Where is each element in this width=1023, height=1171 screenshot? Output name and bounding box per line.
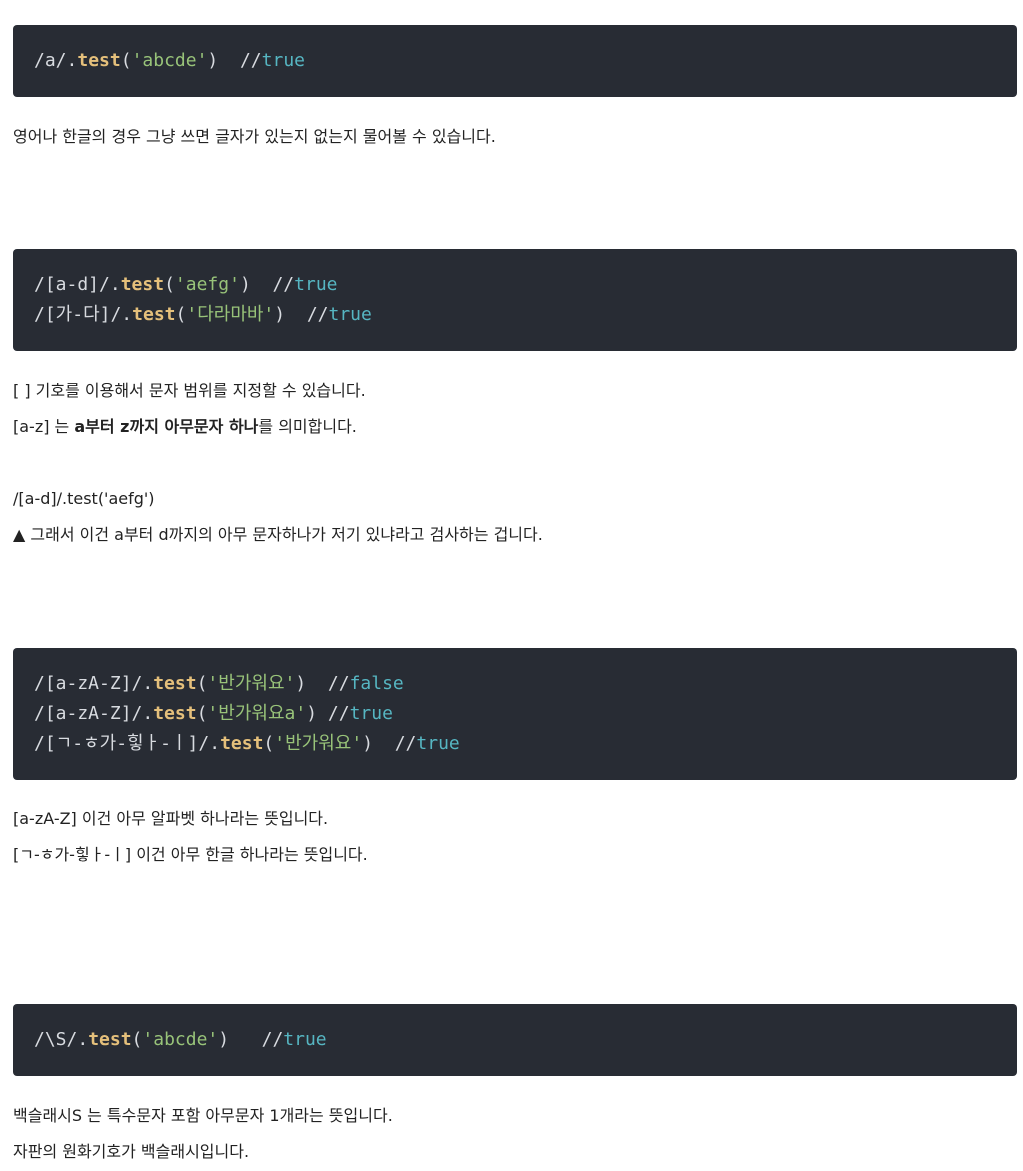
code-block-4: /\S/.test('abcde') //true <box>13 1004 1017 1076</box>
code-line: /[a-zA-Z]/.test('반가워요') //false <box>34 673 404 694</box>
code-line: /[가-다]/.test('다라마바') //true <box>34 304 372 325</box>
paragraph: 자판의 원화기호가 백슬래시입니다. <box>13 1142 250 1161</box>
code-block-3: /[a-zA-Z]/.test('반가워요') //false /[a-zA-Z… <box>13 648 1017 780</box>
paragraph: [ ] 기호를 이용해서 문자 범위를 지정할 수 있습니다. <box>13 381 366 400</box>
text-span: [a-z] 는 <box>13 417 75 436</box>
code-line: /\S/.test('abcde') //true <box>34 1029 327 1050</box>
code-line: /[a-zA-Z]/.test('반가워요a') //true <box>34 703 393 724</box>
paragraph: 영어나 한글의 경우 그냥 쓰면 글자가 있는지 없는지 물어볼 수 있습니다. <box>13 127 496 146</box>
paragraph: /[a-d]/.test('aefg') <box>13 489 155 508</box>
paragraph: [ㄱ-ㅎ가-힣ㅏ-ㅣ] 이건 아무 한글 하나라는 뜻입니다. <box>13 845 368 864</box>
code-line: /a/.test('abcde') //true <box>34 50 305 71</box>
code-line: /[a-d]/.test('aefg') //true <box>34 274 338 295</box>
code-block-1: /a/.test('abcde') //true <box>13 25 1017 97</box>
text-span: 를 의미합니다. <box>258 417 357 436</box>
paragraph: [a-zA-Z] 이건 아무 알파벳 하나라는 뜻입니다. <box>13 809 329 828</box>
paragraph: [a-z] 는 a부터 z까지 아무문자 하나를 의미합니다. <box>13 416 357 438</box>
code-block-2: /[a-d]/.test('aefg') //true /[가-다]/.test… <box>13 249 1017 351</box>
paragraph: ▲ 그래서 이건 a부터 d까지의 아무 문자하나가 저기 있냐라고 검사하는 … <box>13 525 543 544</box>
code-line: /[ㄱ-ㅎ가-힣ㅏ-ㅣ]/.test('반가워요') //true <box>34 733 460 754</box>
paragraph: 백슬래시S 는 특수문자 포함 아무문자 1개라는 뜻입니다. <box>13 1106 393 1125</box>
bold-text: a부터 z까지 아무문자 하나 <box>74 417 259 436</box>
